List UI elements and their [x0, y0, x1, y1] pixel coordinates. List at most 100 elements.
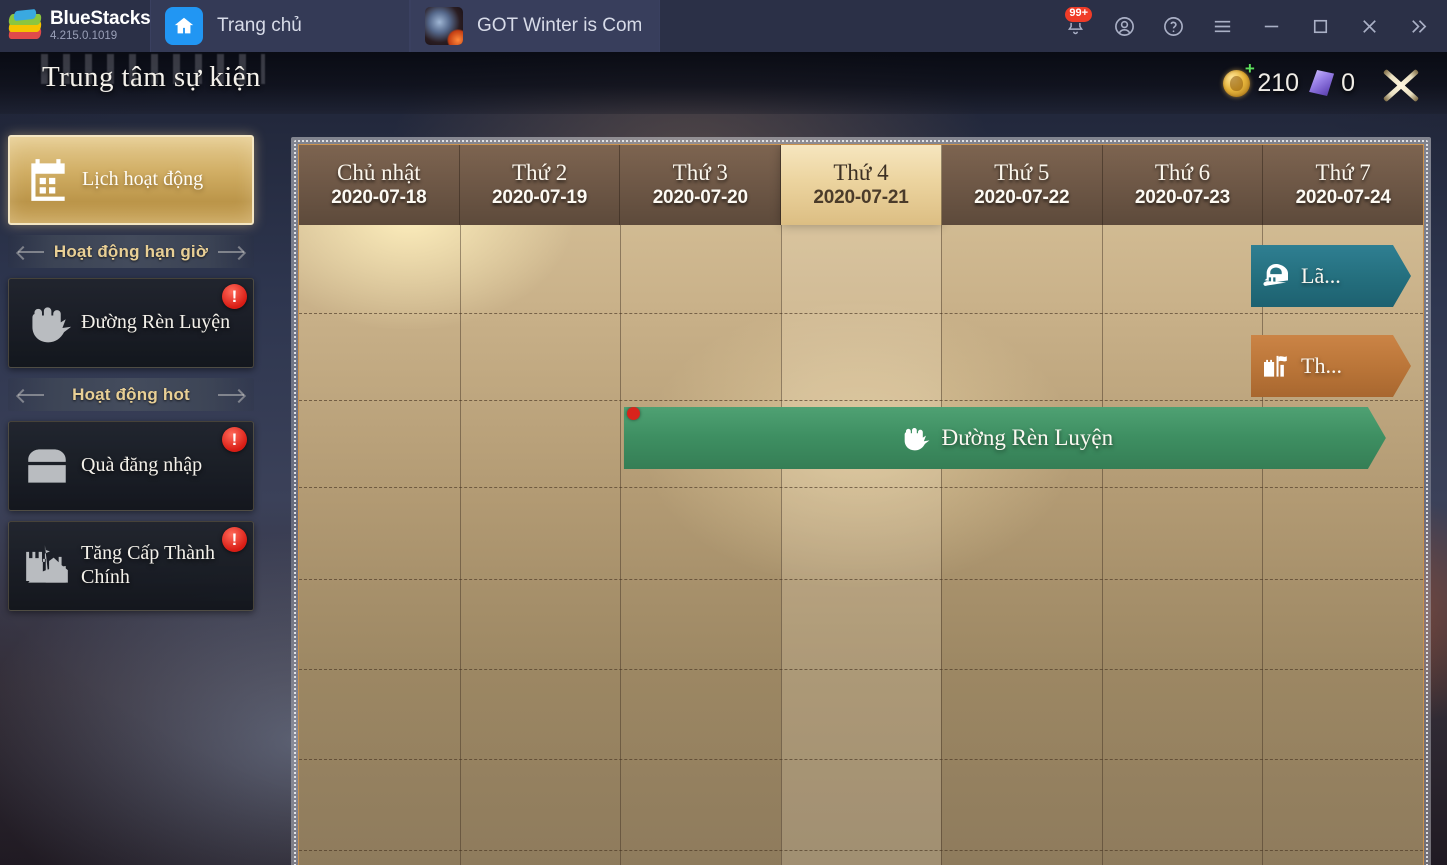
grid-vline [459, 225, 461, 865]
day-name: Thứ 3 [672, 159, 728, 185]
helmet-scroll-icon [1259, 257, 1293, 295]
alert-badge: ! [222, 527, 247, 552]
home-icon [165, 7, 203, 45]
page-title: Trung tâm sự kiện [42, 61, 261, 93]
game-viewport: Trung tâm sự kiện + 210 0 Lịch hoạt động… [0, 52, 1447, 865]
fist-arrow-icon [897, 419, 931, 457]
menu-icon[interactable] [1198, 0, 1247, 52]
grid-hline [299, 850, 1423, 851]
day-name: Thứ 5 [994, 159, 1050, 185]
grid-vline [780, 225, 782, 865]
arrow-left-icon [18, 250, 44, 253]
grid-vline [1262, 225, 1264, 865]
sidebar-item-label: Tăng Cấp Thành Chính [81, 542, 216, 588]
grid-vline [1101, 225, 1103, 865]
grid-hline [299, 313, 1423, 314]
gem-icon [1309, 70, 1335, 96]
bluestacks-logo-icon [8, 8, 42, 41]
day-date: 2020-07-19 [491, 187, 588, 209]
day-column-6[interactable]: Thứ 7 2020-07-24 [1263, 145, 1423, 225]
arrow-right-icon [218, 250, 244, 253]
calendar-inner: Chủ nhật 2020-07-18 Thứ 2 2020-07-19 Thứ… [298, 144, 1424, 865]
grid-hline [299, 400, 1423, 401]
sidebar-item-label: Lịch hoạt động [82, 168, 204, 191]
minimize-icon[interactable] [1247, 0, 1296, 52]
day-date: 2020-07-22 [974, 187, 1070, 209]
bluestacks-version: 4.215.0.1019 [50, 30, 118, 43]
day-date: 2020-07-23 [1134, 187, 1231, 209]
grid-vline [620, 225, 622, 865]
day-name: Thứ 6 [1154, 159, 1211, 185]
grid-hline [299, 759, 1423, 760]
maximize-icon[interactable] [1296, 0, 1345, 52]
castle-flag-icon [1259, 347, 1293, 385]
fist-arrow-icon [19, 295, 75, 351]
help-icon[interactable] [1149, 0, 1198, 52]
day-column-0[interactable]: Chủ nhật 2020-07-18 [299, 145, 460, 225]
resource-gold[interactable]: + 210 [1223, 60, 1300, 98]
alert-badge: ! [222, 427, 247, 452]
calendar-icon [20, 152, 76, 208]
tab-got-winter-is-coming[interactable]: GOT Winter is Comir [410, 0, 660, 52]
gem-amount: 0 [1341, 68, 1355, 97]
sidebar-item-lich-hoat-dong[interactable]: Lịch hoạt động [8, 135, 254, 225]
sidebar-separator-hot: Hoạt động hot [8, 378, 254, 411]
calendar-day-header: Chủ nhật 2020-07-18 Thứ 2 2020-07-19 Thứ… [299, 145, 1423, 225]
event-label: Th... [1301, 353, 1342, 378]
sidebar-separator-timed: Hoạt động hạn giờ [8, 235, 254, 268]
arrow-right-icon [218, 393, 244, 396]
close-icon[interactable] [1345, 0, 1394, 52]
day-column-4[interactable]: Thứ 5 2020-07-22 [941, 145, 1103, 225]
bluestacks-brand-name: BlueStacks [50, 8, 151, 30]
day-date: 2020-07-20 [652, 187, 748, 209]
treasure-chest-icon [19, 438, 75, 494]
resource-bar: + 210 0 [1223, 60, 1355, 100]
day-name: Chủ nhật [337, 159, 421, 185]
grid-hline [299, 579, 1423, 580]
day-column-3-selected[interactable]: Thứ 4 2020-07-21 [781, 145, 942, 225]
calendar-panel: Chủ nhật 2020-07-18 Thứ 2 2020-07-19 Thứ… [291, 137, 1431, 865]
day-column-2[interactable]: Thứ 3 2020-07-20 [620, 145, 782, 225]
event-label: Đường Rèn Luyện [941, 425, 1114, 450]
resource-gem[interactable]: 0 [1309, 69, 1355, 98]
alert-badge: ! [222, 284, 247, 309]
event-label: Lã... [1301, 263, 1341, 288]
sidebar-separator-label: Hoạt động hot [72, 384, 190, 404]
tab-trang-chu[interactable]: Trang chủ [150, 0, 410, 52]
day-name: Thứ 7 [1315, 159, 1371, 185]
calendar-event-th[interactable]: Th... [1251, 335, 1411, 397]
arrow-left-icon [18, 393, 44, 396]
event-alert-dot [627, 407, 640, 420]
sidebar-item-label: Quà đăng nhập [81, 454, 203, 477]
calendar-event-duong-ren-luyen[interactable]: Đường Rèn Luyện [624, 407, 1386, 469]
grid-hline [299, 487, 1423, 488]
day-date: 2020-07-21 [813, 187, 909, 209]
bluestacks-titlebar: BlueStacks 4.215.0.1019 Trang chủ GOT Wi… [0, 0, 1447, 52]
day-name: Thứ 2 [511, 159, 568, 185]
coin-icon: + [1223, 60, 1255, 97]
bluestacks-window: BlueStacks 4.215.0.1019 Trang chủ GOT Wi… [0, 0, 1447, 865]
account-icon[interactable] [1100, 0, 1149, 52]
titlebar-controls: 99+ [1051, 0, 1447, 52]
selected-day-highlight [780, 225, 942, 865]
sidebar-item-tang-cap-thanh-chinh[interactable]: Tăng Cấp Thành Chính ! [8, 521, 254, 611]
chevron-double-right-icon[interactable] [1394, 0, 1443, 52]
close-panel-button[interactable] [1379, 68, 1423, 104]
calendar-event-la[interactable]: Lã... [1251, 245, 1411, 307]
gold-plus-icon[interactable]: + [1242, 60, 1257, 77]
sidebar-item-duong-ren-luyen[interactable]: Đường Rèn Luyện ! [8, 278, 254, 368]
sidebar-item-qua-dang-nhap[interactable]: Quà đăng nhập ! [8, 421, 254, 511]
day-column-1[interactable]: Thứ 2 2020-07-19 [459, 145, 621, 225]
day-date: 2020-07-18 [331, 187, 427, 209]
grid-hline [299, 669, 1423, 670]
notification-count-badge: 99+ [1064, 6, 1093, 23]
bell-icon[interactable]: 99+ [1051, 0, 1100, 52]
sidebar-separator-label: Hoạt động hạn giờ [53, 241, 209, 261]
day-name: Thứ 4 [833, 159, 889, 185]
sidebar: Lịch hoạt động Hoạt động hạn giờ Đường R… [8, 135, 254, 611]
day-column-5[interactable]: Thứ 6 2020-07-23 [1102, 145, 1264, 225]
sidebar-item-label: Đường Rèn Luyện [81, 311, 231, 334]
event-center-header: Trung tâm sự kiện + 210 0 [0, 52, 1447, 114]
tab-got-label: GOT Winter is Comir [477, 15, 641, 36]
gold-amount: 210 [1257, 68, 1300, 97]
